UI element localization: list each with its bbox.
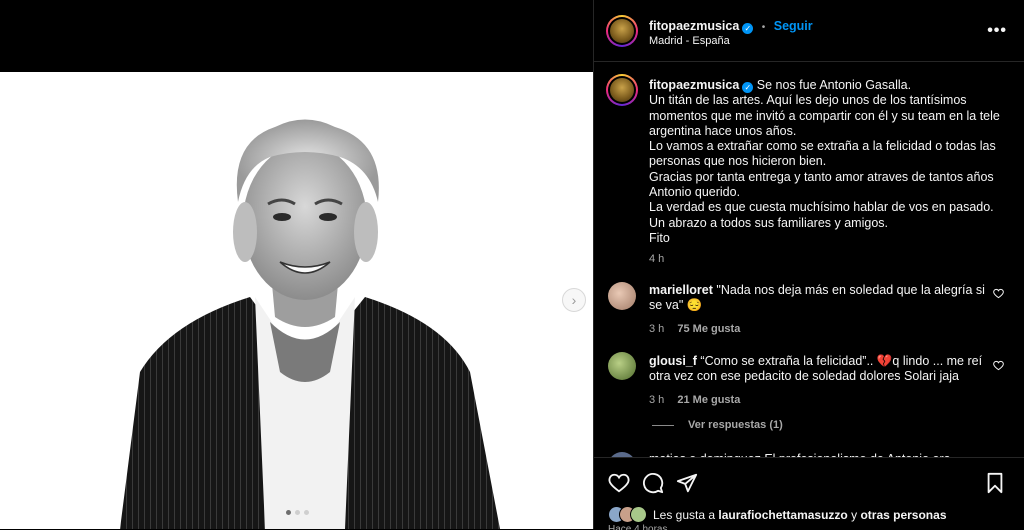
portrait-image bbox=[120, 119, 500, 529]
carousel-dot bbox=[286, 510, 291, 515]
comment-like-icon[interactable] bbox=[993, 288, 1004, 299]
share-icon[interactable] bbox=[676, 472, 698, 494]
view-replies-label: Ver respuestas (1) bbox=[688, 419, 783, 431]
comment-item: glousi_f “Como se extraña la felicidad”.… bbox=[649, 354, 989, 408]
post-photo[interactable] bbox=[0, 72, 593, 529]
liker-avatars bbox=[608, 506, 647, 523]
comment-time[interactable]: 3 h bbox=[649, 394, 664, 406]
carousel-indicator bbox=[286, 510, 309, 515]
comment-text: “Como se extraña la felicidad”.. 💔q lind… bbox=[649, 354, 983, 384]
comment-icon[interactable] bbox=[642, 472, 664, 494]
likes-prefix: Les gusta a bbox=[653, 507, 716, 522]
author-avatar[interactable] bbox=[606, 15, 638, 47]
likes-connector: y bbox=[851, 507, 858, 522]
comment-time[interactable]: 3 h bbox=[649, 323, 664, 335]
more-icon[interactable]: ••• bbox=[987, 22, 1007, 40]
post-details-pane: fitopaezmusica ✓ • Seguir Madrid - España… bbox=[593, 0, 1024, 530]
comment-likes[interactable]: 75 Me gusta bbox=[677, 323, 740, 335]
chevron-right-icon: › bbox=[571, 292, 577, 308]
caption-username[interactable]: fitopaezmusica bbox=[649, 78, 739, 92]
separator-dot: • bbox=[761, 22, 766, 33]
likes-others[interactable]: otras personas bbox=[860, 508, 946, 522]
post-time[interactable]: Hace 4 horas bbox=[608, 524, 667, 530]
commenter-avatar[interactable] bbox=[608, 282, 636, 310]
commenter-avatar[interactable] bbox=[608, 352, 636, 380]
comment-item: marielloret "Nada nos deja más en soleda… bbox=[649, 283, 989, 337]
verified-icon: ✓ bbox=[742, 23, 754, 34]
comment-likes[interactable]: 21 Me gusta bbox=[677, 394, 740, 406]
heart-icon[interactable] bbox=[608, 472, 630, 494]
bookmark-icon[interactable] bbox=[984, 472, 1006, 494]
post-caption: fitopaezmusica ✓ Se nos fue Antonio Gasal… bbox=[649, 78, 1004, 268]
action-bar: Les gusta a laurafiochettamasuzzo y otra… bbox=[594, 457, 1024, 530]
caption-time[interactable]: 4 h bbox=[649, 252, 1004, 267]
view-replies-button[interactable]: Ver respuestas (1) bbox=[652, 419, 783, 431]
post-location[interactable]: Madrid - España bbox=[649, 35, 730, 47]
comment-username[interactable]: marielloret bbox=[649, 283, 713, 297]
comment-username[interactable]: glousi_f bbox=[649, 354, 697, 368]
likes-summary: Les gusta a laurafiochettamasuzzo y otra… bbox=[608, 506, 947, 523]
comment-like-icon[interactable] bbox=[993, 360, 1004, 371]
caption-text: Se nos fue Antonio Gasalla. Un titán de … bbox=[649, 78, 1000, 245]
media-pane: › bbox=[0, 0, 593, 529]
carousel-dot bbox=[295, 510, 300, 515]
author-username[interactable]: fitopaezmusica bbox=[649, 19, 739, 33]
likes-user[interactable]: laurafiochettamasuzzo bbox=[718, 508, 847, 522]
follow-button[interactable]: Seguir bbox=[774, 19, 813, 33]
caption-avatar[interactable] bbox=[606, 74, 638, 106]
carousel-next-button[interactable]: › bbox=[562, 288, 586, 312]
carousel-dot bbox=[304, 510, 309, 515]
post-header: fitopaezmusica ✓ • Seguir Madrid - España… bbox=[594, 0, 1024, 62]
verified-icon: ✓ bbox=[742, 82, 754, 93]
